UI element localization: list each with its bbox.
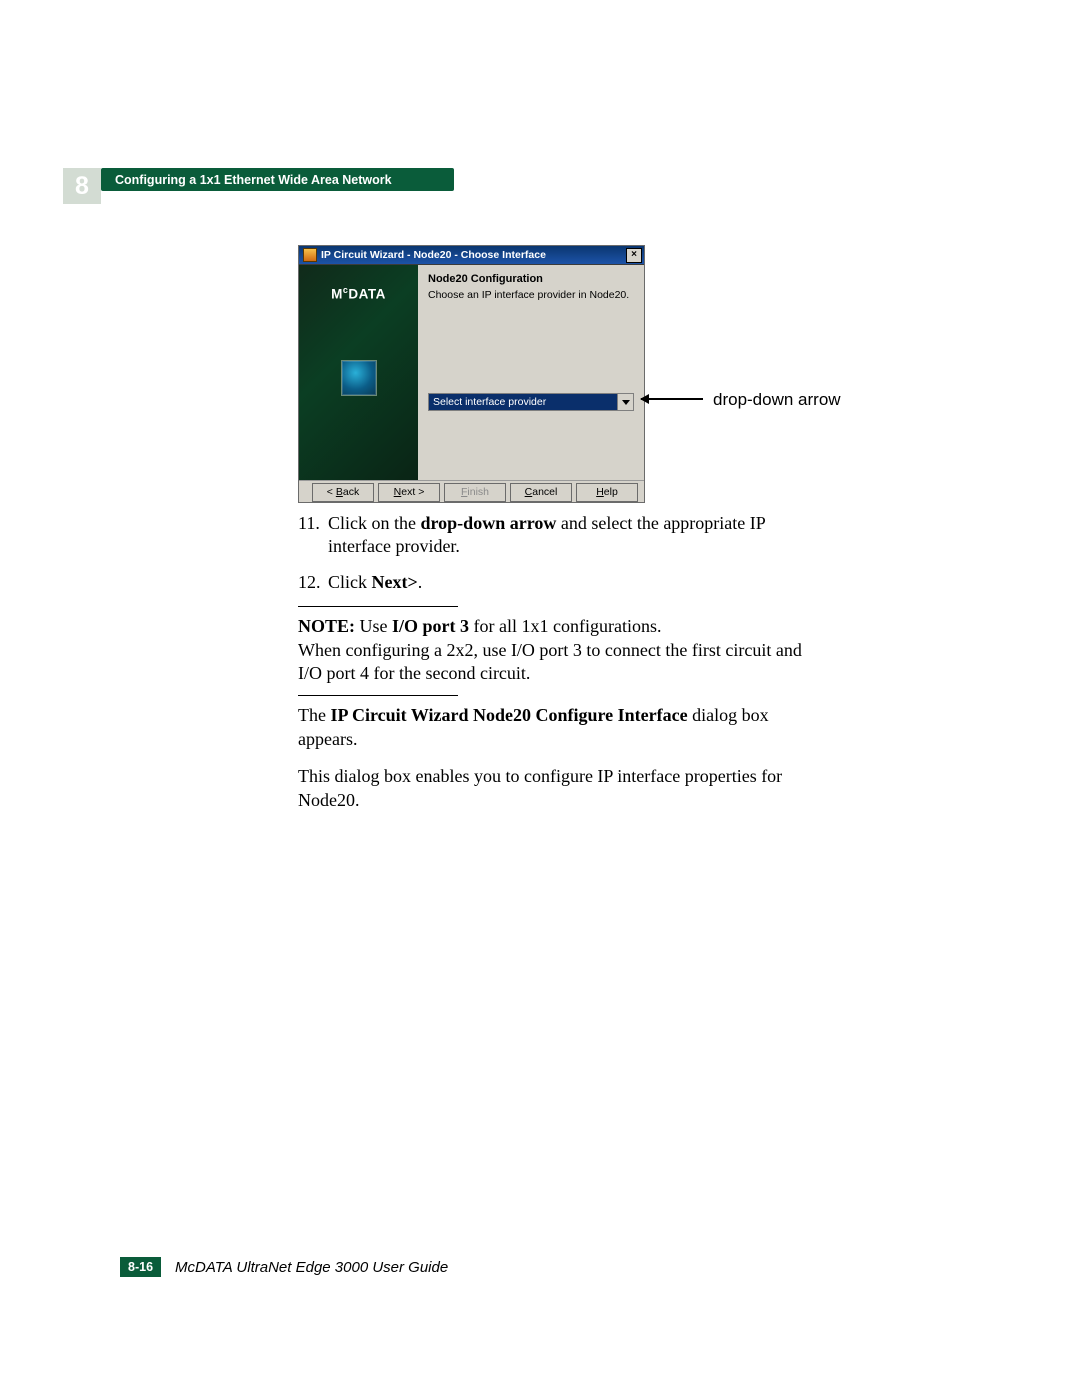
step-text: Click Next>. [328,571,828,594]
back-button[interactable]: < Back [312,483,374,502]
finish-button: Finish [444,483,506,502]
callout-label: drop-down arrow [713,390,841,410]
page-footer: 8-16 McDATA UltraNet Edge 3000 User Guid… [120,1257,448,1277]
step-11: 11. Click on the drop-down arrow and sel… [298,512,828,559]
dialog-content: Node20 Configuration Choose an IP interf… [418,265,644,480]
divider [298,695,458,696]
ip-circuit-wizard-dialog: IP Circuit Wizard - Node20 - Choose Inte… [298,245,645,503]
chapter-number-tab: 8 [63,168,101,204]
after-paragraph-2: This dialog box enables you to configure… [298,765,828,812]
select-value: Select interface provider [429,394,617,410]
note-block: NOTE: Use I/O port 3 for all 1x1 configu… [298,615,828,685]
step-text: Click on the drop-down arrow and select … [328,512,828,559]
book-title: McDATA UltraNet Edge 3000 User Guide [175,1259,448,1276]
next-button[interactable]: Next > [378,483,440,502]
chevron-down-icon[interactable] [617,394,633,410]
mcdata-logo: McDATA [331,285,386,302]
interface-provider-select[interactable]: Select interface provider [428,393,634,411]
chapter-title-bar: Configuring a 1x1 Ethernet Wide Area Net… [101,168,454,191]
chapter-title: Configuring a 1x1 Ethernet Wide Area Net… [115,173,392,187]
chapter-number: 8 [75,172,89,201]
dialog-app-icon [303,248,317,262]
dialog-heading: Node20 Configuration [428,273,634,285]
step-number: 12. [298,571,328,594]
dialog-title: IP Circuit Wizard - Node20 - Choose Inte… [321,249,626,261]
body-text: 11. Click on the drop-down arrow and sel… [298,512,828,826]
document-page: 8 Configuring a 1x1 Ethernet Wide Area N… [0,0,1080,1397]
help-button[interactable]: Help [576,483,638,502]
dialog-side-panel: McDATA [299,265,418,480]
dialog-titlebar: IP Circuit Wizard - Node20 - Choose Inte… [299,246,644,265]
page-number: 8-16 [120,1257,161,1277]
globe-icon [341,360,377,396]
after-paragraph-1: The IP Circuit Wizard Node20 Configure I… [298,704,828,751]
close-icon[interactable]: × [626,248,642,263]
cancel-button[interactable]: Cancel [510,483,572,502]
dialog-prompt: Choose an IP interface provider in Node2… [428,289,634,301]
dialog-button-row: < Back Next > Finish Cancel Help [299,480,644,503]
step-number: 11. [298,512,328,559]
callout-arrow-icon [641,398,703,400]
step-12: 12. Click Next>. [298,571,828,594]
note-line-2: When configuring a 2x2, use I/O port 3 t… [298,640,802,683]
divider [298,606,458,607]
